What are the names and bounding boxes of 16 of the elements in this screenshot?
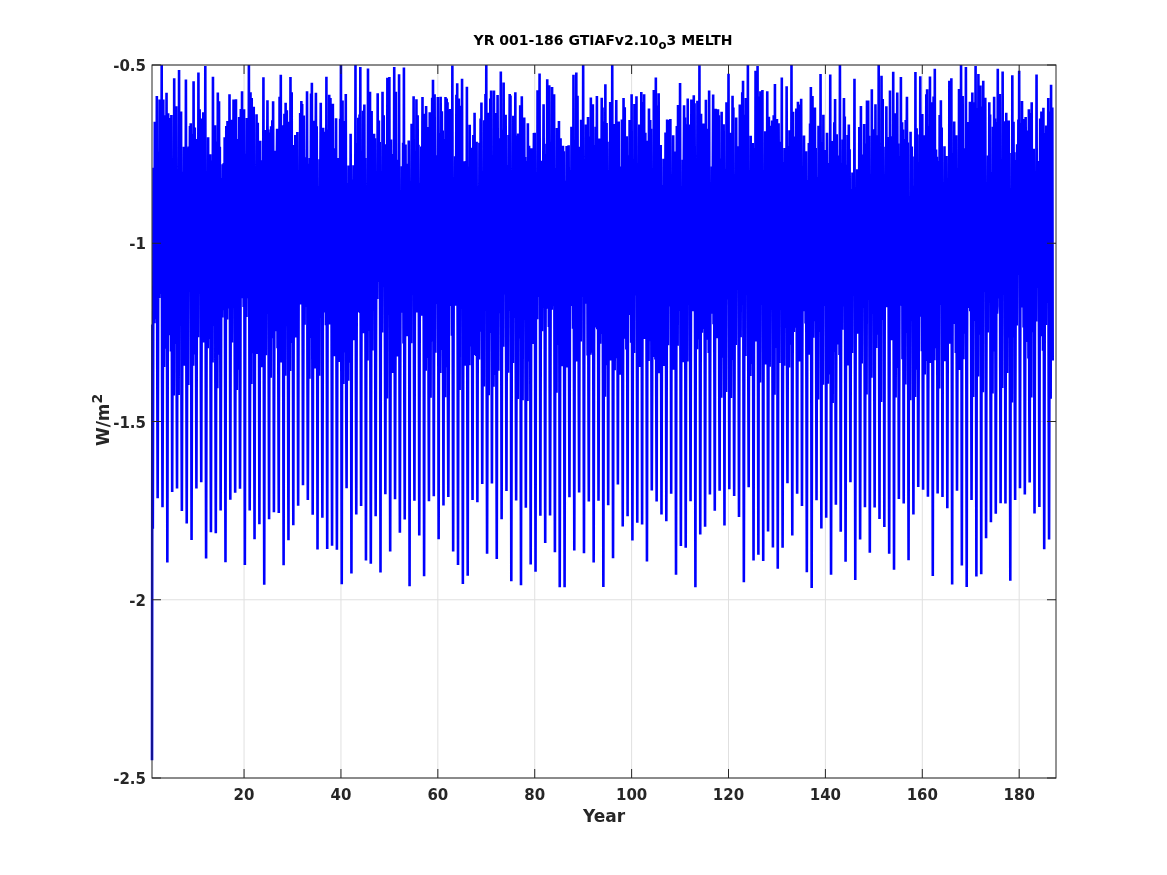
x-tick-label: 180 — [1003, 786, 1035, 804]
chart-title: YR 001-186 GTIAFv2.10$_{o}$3 MELTH — [472, 31, 734, 52]
x-tick-label: 160 — [906, 786, 938, 804]
y-tick-label: -2.5 — [113, 770, 146, 788]
x-axis-label: Year — [582, 806, 626, 826]
x-tick-label: 60 — [427, 786, 449, 804]
x-tick-label: 140 — [809, 786, 842, 804]
x-tick-label: 80 — [524, 786, 546, 804]
y-tick-label: -1 — [129, 235, 146, 254]
y-tick-label: -0.5 — [113, 57, 146, 75]
y-tick-label: -2 — [129, 591, 146, 610]
y-tick-label: -1.5 — [113, 413, 146, 432]
x-tick-label: 100 — [615, 786, 648, 804]
x-tick-label: 40 — [330, 786, 352, 804]
x-tick-label: 120 — [712, 786, 745, 804]
x-tick-label: 20 — [233, 786, 255, 804]
